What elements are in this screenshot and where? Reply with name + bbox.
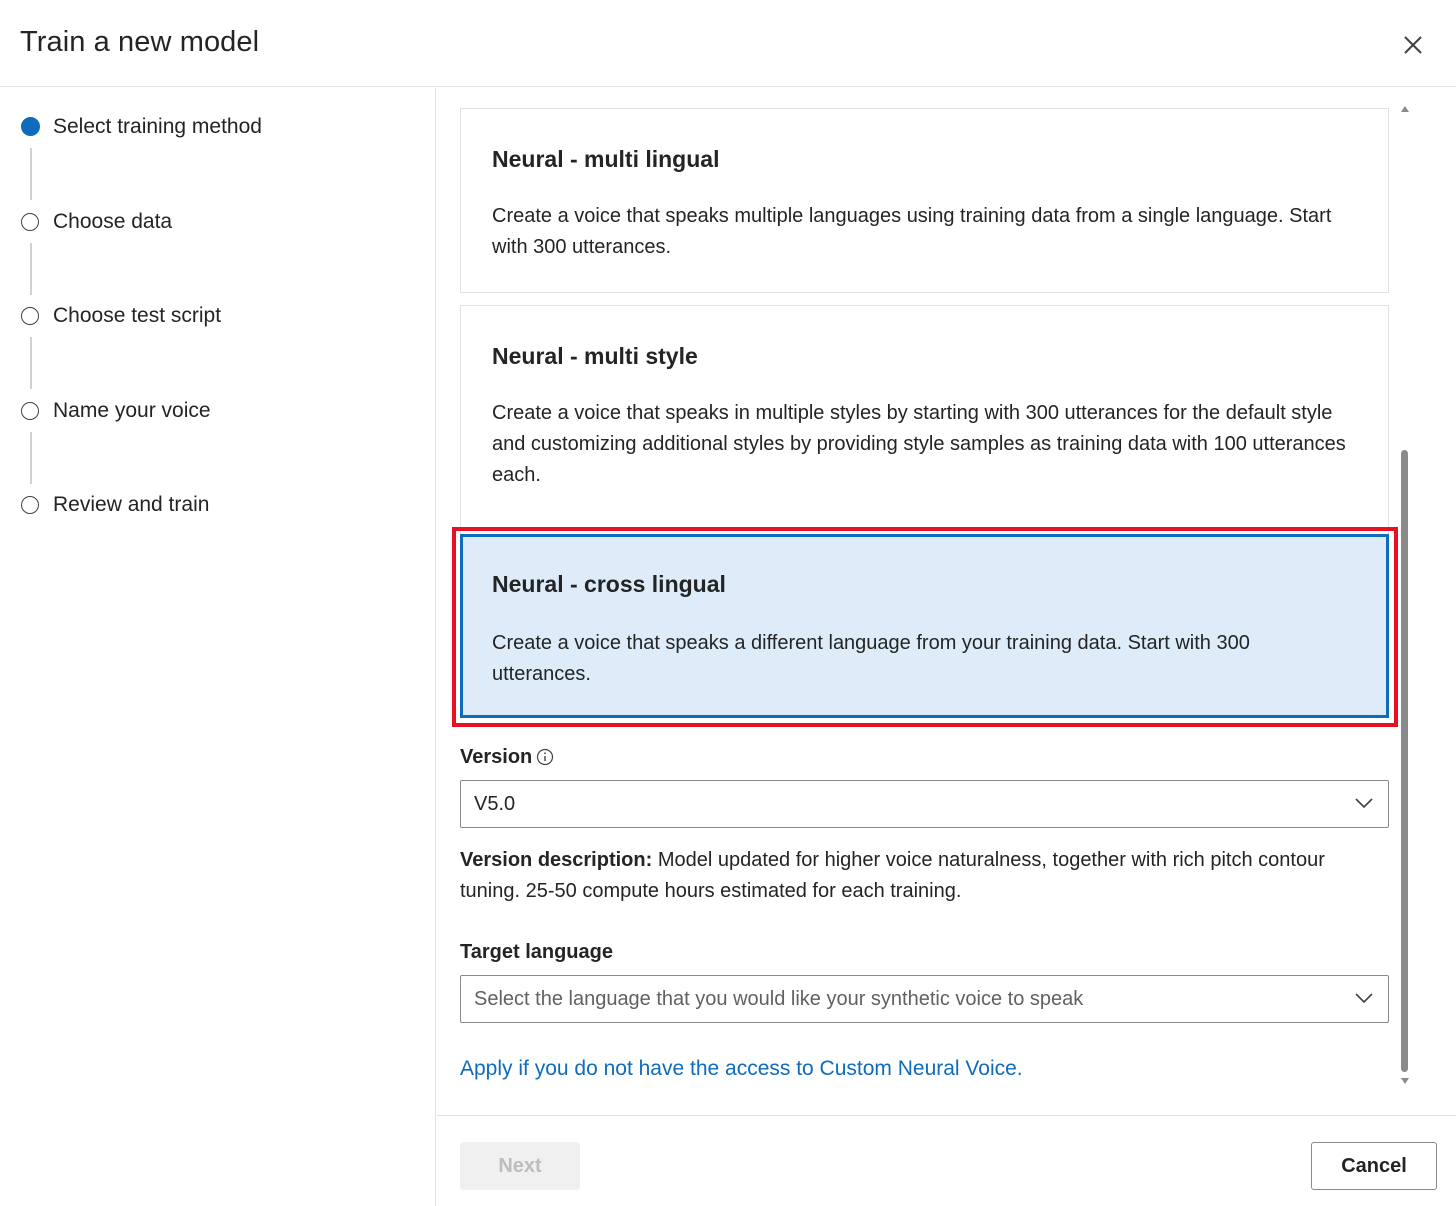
step-connector xyxy=(30,337,32,389)
version-label: Version xyxy=(460,746,533,768)
card-description: Create a voice that speaks a different l… xyxy=(492,632,1250,685)
step-dot-icon xyxy=(21,213,39,231)
step-review-and-train: Review and train xyxy=(0,490,430,520)
info-icon[interactable] xyxy=(536,748,554,766)
step-label: Select training method xyxy=(53,115,262,138)
step-active-dot-icon xyxy=(21,117,40,136)
step-connector xyxy=(30,432,32,484)
step-label: Choose test script xyxy=(53,304,222,327)
card-title: Neural - multi style xyxy=(492,343,698,369)
target-language-placeholder: Select the language that you would like … xyxy=(474,988,1084,1010)
card-title: Neural - cross lingual xyxy=(492,571,726,597)
scroll-down-arrow-icon[interactable] xyxy=(1401,1078,1409,1084)
scroll-thumb[interactable] xyxy=(1401,450,1408,1072)
version-description-label: Version description: xyxy=(460,849,653,871)
target-language-dropdown[interactable]: Select the language that you would like … xyxy=(460,975,1389,1023)
step-label: Choose data xyxy=(53,210,173,233)
training-method-panel: Neural - multi lingual Create a voice th… xyxy=(437,88,1456,1115)
step-navigation: Select training method Choose data Choos… xyxy=(0,88,436,1206)
cancel-button[interactable]: Cancel xyxy=(1311,1142,1437,1190)
dialog-footer: Next Cancel xyxy=(437,1115,1456,1206)
dialog-header: Train a new model xyxy=(0,0,1456,87)
chevron-down-icon xyxy=(1355,993,1373,1004)
card-neural-multi-lingual[interactable]: Neural - multi lingual Create a voice th… xyxy=(460,108,1389,293)
step-connector xyxy=(30,243,32,295)
version-dropdown[interactable]: V5.0 xyxy=(460,780,1389,828)
card-description: Create a voice that speaks in multiple s… xyxy=(492,402,1346,486)
step-label: Name your voice xyxy=(53,399,211,422)
next-button[interactable]: Next xyxy=(460,1142,580,1190)
step-choose-test-script: Choose test script xyxy=(0,301,430,331)
dialog-title: Train a new model xyxy=(20,26,260,58)
step-label: Review and train xyxy=(53,493,210,516)
version-description: Version description: Model updated for h… xyxy=(460,845,1390,907)
card-description: Create a voice that speaks multiple lang… xyxy=(492,205,1332,258)
apply-access-link[interactable]: Apply if you do not have the access to C… xyxy=(460,1057,1023,1081)
step-dot-icon xyxy=(21,402,39,420)
step-dot-icon xyxy=(21,307,39,325)
card-neural-cross-lingual[interactable]: Neural - cross lingual Create a voice th… xyxy=(460,534,1389,718)
close-icon[interactable] xyxy=(1396,28,1430,62)
target-language-label: Target language xyxy=(460,941,613,963)
step-select-training-method: Select training method xyxy=(0,112,430,142)
card-title: Neural - multi lingual xyxy=(492,146,720,172)
step-name-your-voice: Name your voice xyxy=(0,396,430,426)
close-button[interactable] xyxy=(1396,28,1430,62)
step-connector xyxy=(30,148,32,200)
content-scrollbar[interactable] xyxy=(1398,100,1412,1090)
scroll-up-arrow-icon[interactable] xyxy=(1401,106,1409,112)
version-value: V5.0 xyxy=(474,793,516,815)
card-neural-multi-style[interactable]: Neural - multi style Create a voice that… xyxy=(460,305,1389,535)
chevron-down-icon xyxy=(1355,798,1373,809)
step-dot-icon xyxy=(21,496,39,514)
step-choose-data: Choose data xyxy=(0,207,430,237)
